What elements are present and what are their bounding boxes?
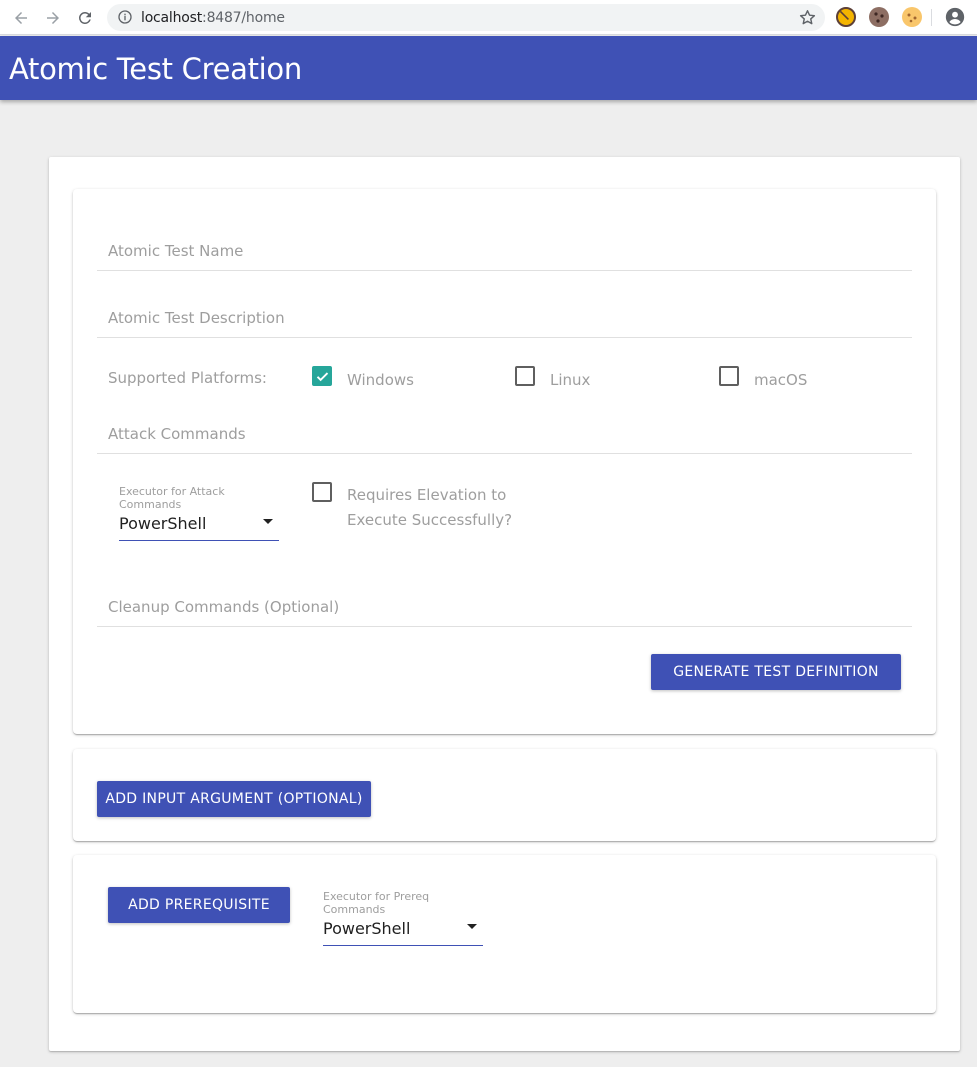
elevation-label-line1: Requires Elevation to xyxy=(347,486,507,504)
forward-icon[interactable] xyxy=(42,7,64,29)
attack-executor-caption: Executor for Attack Commands xyxy=(119,485,225,511)
attack-commands-label: Attack Commands xyxy=(108,425,246,443)
url-host: localhost xyxy=(141,10,203,26)
test-name-label: Atomic Test Name xyxy=(108,242,244,260)
page-title: Atomic Test Creation xyxy=(9,52,302,86)
windows-label: Windows xyxy=(347,371,414,389)
address-bar[interactable]: localhost:8487/home xyxy=(107,4,825,31)
url-path: :8487/home xyxy=(202,10,285,26)
generate-test-definition-button[interactable]: Generate Test Definition xyxy=(651,654,901,690)
linux-checkbox[interactable] xyxy=(515,366,535,386)
test-description-field[interactable]: Atomic Test Description xyxy=(97,294,912,338)
macos-label: macOS xyxy=(754,371,808,389)
cleanup-commands-field[interactable]: Cleanup Commands (Optional) xyxy=(97,583,912,627)
browser-toolbar: localhost:8487/home xyxy=(0,0,977,35)
attack-executor-value: PowerShell xyxy=(119,514,207,533)
app-bar: Atomic Test Creation xyxy=(0,36,977,100)
elevation-label-line2: Execute Successfully? xyxy=(347,511,513,529)
test-description-label: Atomic Test Description xyxy=(108,309,285,327)
test-name-field[interactable]: Atomic Test Name xyxy=(97,227,912,271)
prerequisites-card: Add Prerequisite Executor for Prereq Com… xyxy=(73,855,936,1013)
extension-cookie-light-icon[interactable] xyxy=(902,7,922,27)
toolbar-divider xyxy=(931,9,932,26)
reload-icon[interactable] xyxy=(74,7,96,29)
check-icon xyxy=(316,372,329,382)
info-icon[interactable] xyxy=(117,9,133,25)
prereq-executor-select[interactable]: Executor for Prereq Commands PowerShell xyxy=(323,890,483,946)
input-arguments-card: Add Input Argument (Optional) xyxy=(73,749,936,841)
add-input-argument-button[interactable]: Add Input Argument (Optional) xyxy=(97,781,371,817)
account-icon[interactable] xyxy=(944,6,966,28)
macos-checkbox[interactable] xyxy=(719,366,739,386)
elevation-checkbox[interactable] xyxy=(312,482,332,502)
linux-label: Linux xyxy=(550,371,591,389)
attack-commands-field[interactable]: Attack Commands xyxy=(97,411,912,454)
extension-cookie-icon[interactable] xyxy=(869,7,889,27)
back-icon[interactable] xyxy=(10,7,32,29)
prereq-executor-caption: Executor for Prereq Commands xyxy=(323,890,430,916)
dropdown-arrow-icon xyxy=(263,519,273,524)
platforms-label: Supported Platforms: xyxy=(108,369,267,387)
extension-cookie-block-icon[interactable] xyxy=(836,7,856,27)
dropdown-arrow-icon xyxy=(467,924,477,929)
test-definition-card: Atomic Test Name Atomic Test Description… xyxy=(73,189,936,734)
bookmark-star-icon[interactable] xyxy=(798,8,817,27)
cleanup-commands-label: Cleanup Commands (Optional) xyxy=(108,598,340,616)
windows-checkbox[interactable] xyxy=(312,366,332,386)
prereq-executor-value: PowerShell xyxy=(323,919,411,938)
attack-executor-select[interactable]: Executor for Attack Commands PowerShell xyxy=(119,485,279,541)
url-text: localhost:8487/home xyxy=(141,10,285,26)
add-prerequisite-button[interactable]: Add Prerequisite xyxy=(108,887,290,923)
